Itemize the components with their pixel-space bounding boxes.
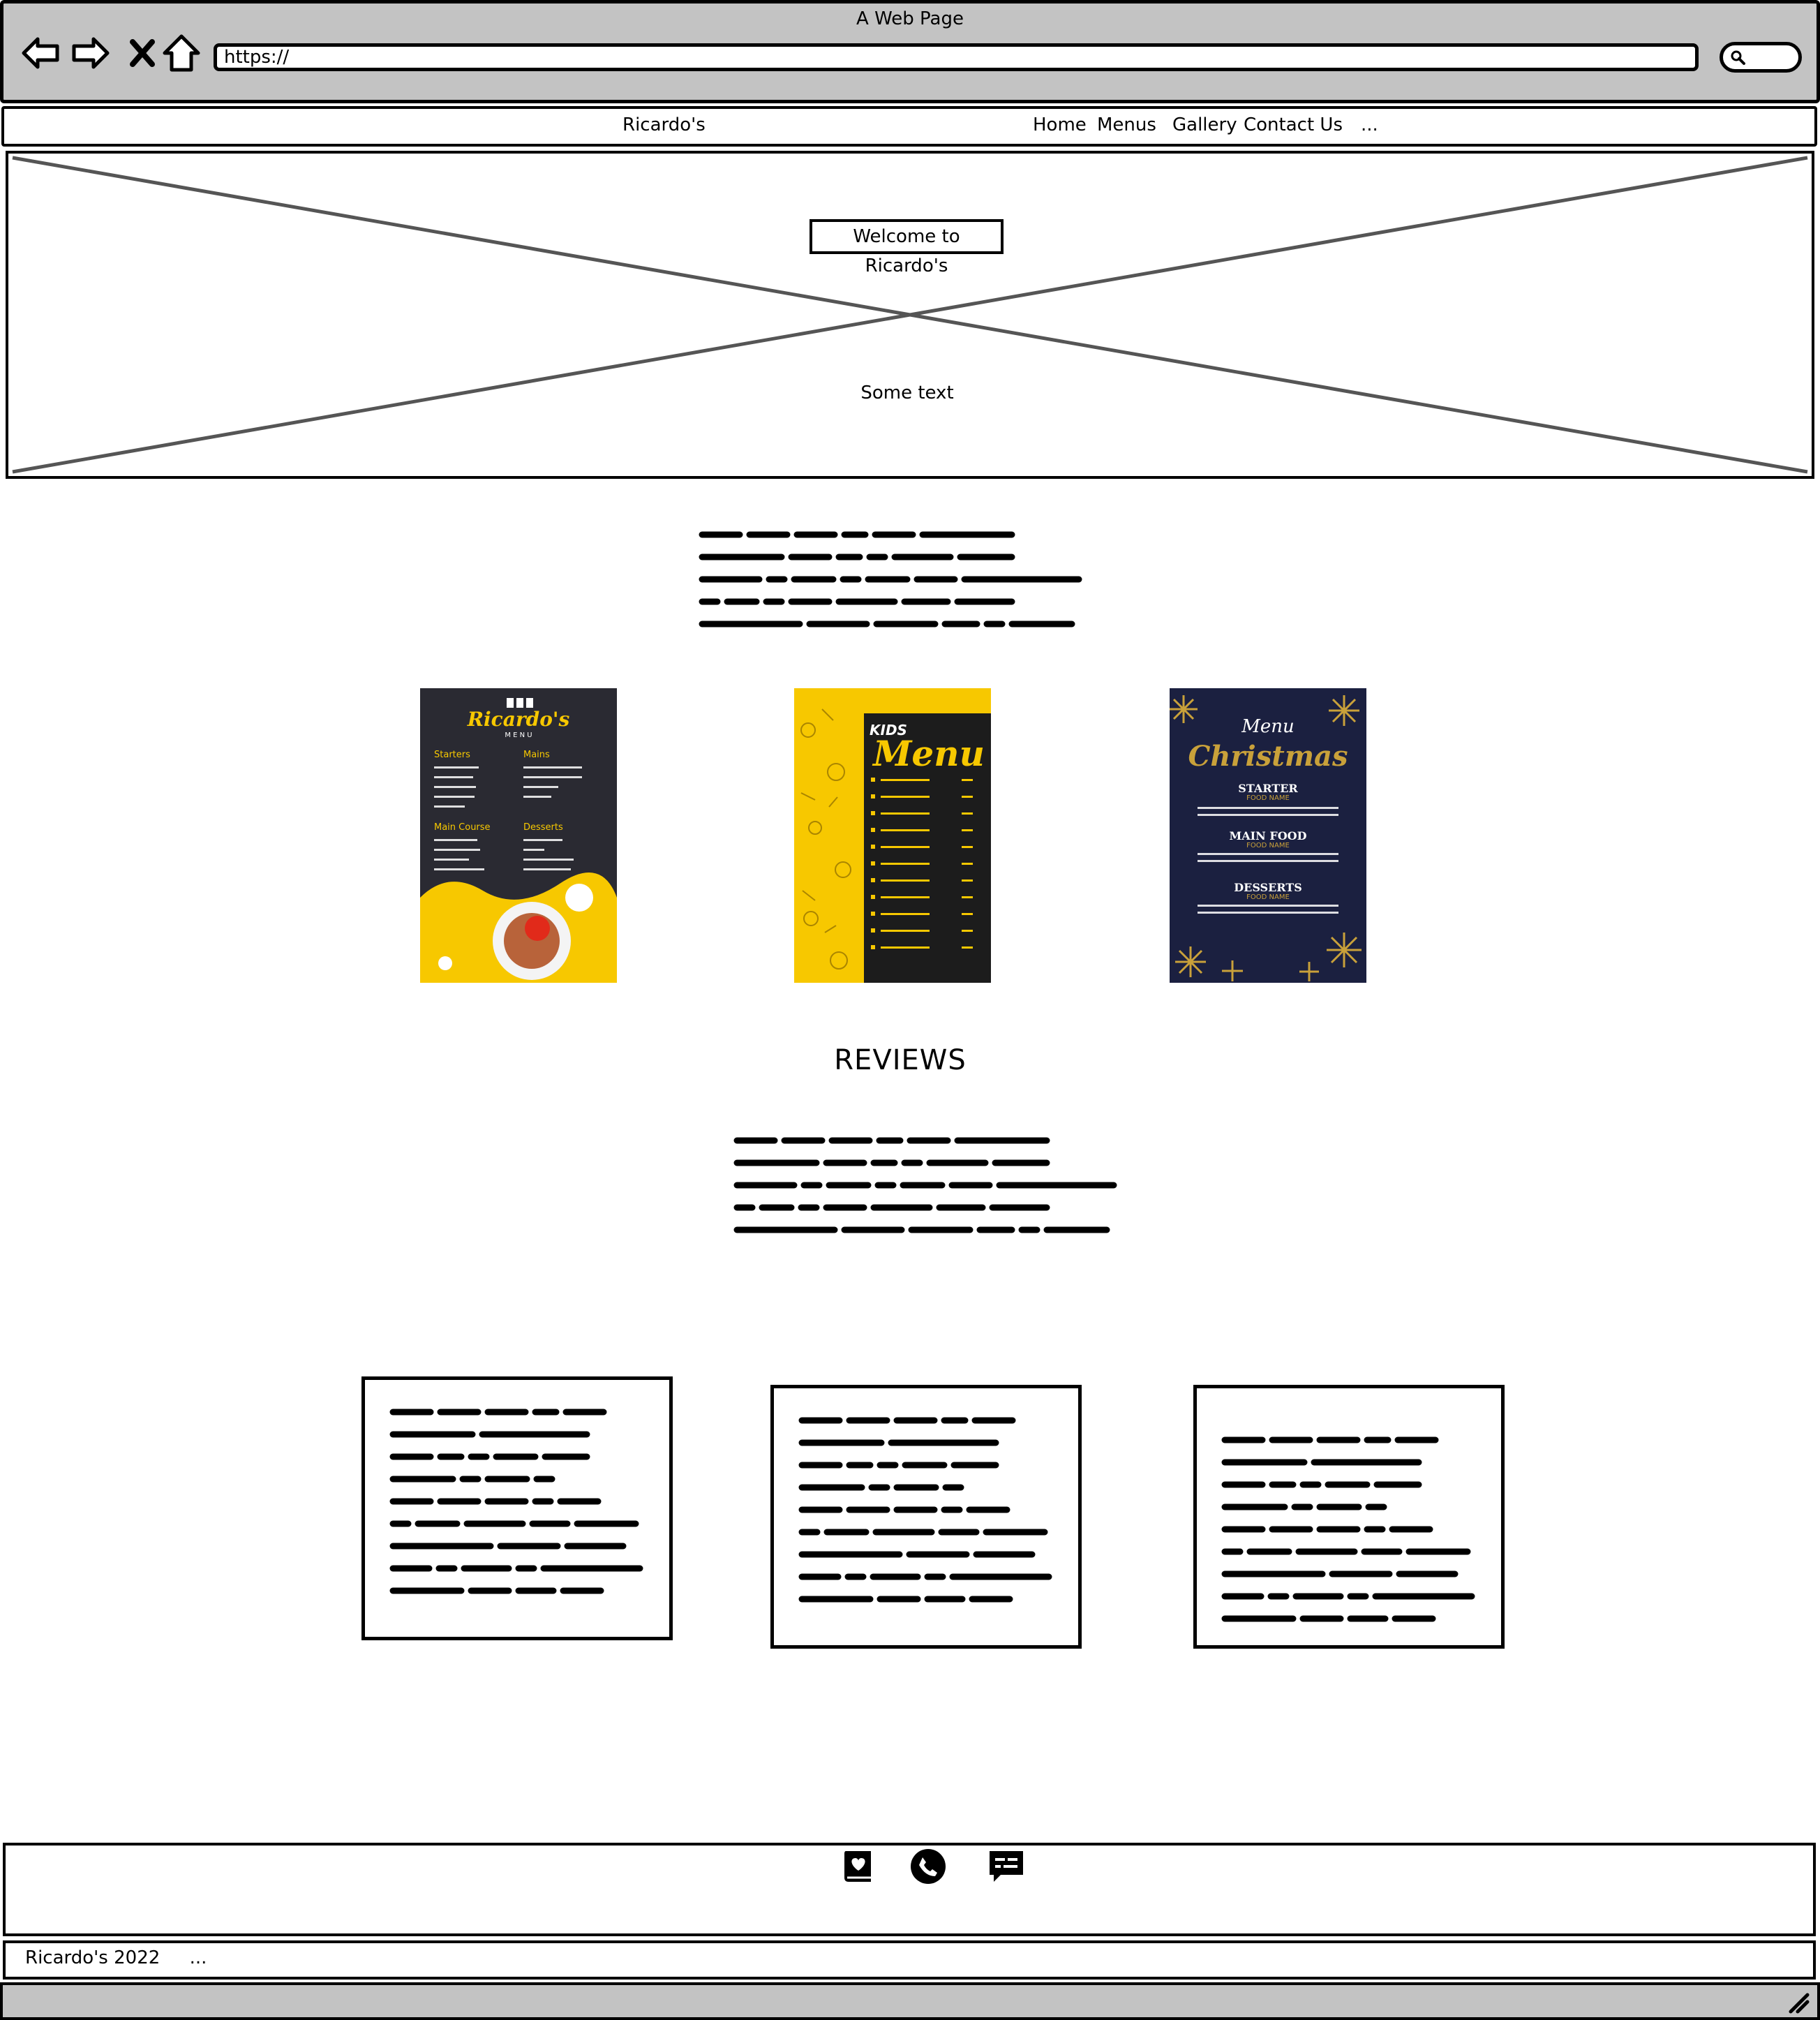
menu-section-main-course: Main Course <box>434 822 491 833</box>
intro-text-placeholder <box>699 531 1082 627</box>
christmas-section-desserts: DESSERTS <box>1234 881 1302 894</box>
christmas-section-starter: STARTER <box>1238 782 1298 795</box>
copyright-text: Ricardo's 2022 ... <box>25 1947 207 1968</box>
copyright-bar <box>3 1940 1816 1980</box>
chat-icon[interactable] <box>987 1847 1026 1886</box>
home-icon[interactable] <box>159 31 204 75</box>
book-heart-icon[interactable] <box>839 1847 878 1886</box>
review-card-3 <box>1193 1385 1505 1649</box>
christmas-menu-title: Christmas <box>1188 740 1348 773</box>
address-bar[interactable]: https:// <box>214 43 1699 71</box>
menu-card-ricardos[interactable]: Ricardo's M E N U Starters Mains Main Co… <box>420 688 617 983</box>
browser-search-field[interactable] <box>1720 42 1802 73</box>
ricardos-menu-subtitle: M E N U <box>505 731 532 739</box>
menu-section-mains: Mains <box>523 750 550 760</box>
nav-link-menus[interactable]: Menus <box>1097 114 1156 135</box>
forward-arrow-icon[interactable] <box>68 31 113 75</box>
ricardos-menu-title: Ricardo's <box>467 708 570 731</box>
search-icon <box>1731 50 1745 65</box>
site-navbar <box>1 106 1817 147</box>
site-brand[interactable]: Ricardo's <box>622 114 706 135</box>
menu-section-starters: Starters <box>434 750 470 760</box>
review-card-2 <box>770 1385 1082 1649</box>
reviews-heading: REVIEWS <box>834 1044 967 1076</box>
close-icon[interactable] <box>120 31 165 75</box>
christmas-menu-title-top: Menu <box>1241 716 1295 737</box>
christmas-section-main: MAIN FOOD <box>1229 829 1307 842</box>
christmas-section-starter-sub: FOOD NAME <box>1246 794 1290 802</box>
phone-icon[interactable] <box>909 1847 948 1886</box>
copyright-more: ... <box>189 1947 207 1968</box>
image-placeholder-cross <box>12 156 1808 474</box>
copyright-label: Ricardo's 2022 <box>25 1947 161 1968</box>
resize-grip-icon[interactable] <box>1787 1991 1810 2014</box>
review-text-placeholder <box>1221 1436 1475 1622</box>
window-title: A Web Page <box>856 8 964 29</box>
review-text-placeholder <box>389 1409 643 1594</box>
christmas-section-desserts-sub: FOOD NAME <box>1246 893 1290 901</box>
review-text-placeholder <box>798 1417 1052 1603</box>
back-arrow-icon[interactable] <box>18 31 63 75</box>
hero-subtext: Some text <box>860 383 954 403</box>
christmas-section-main-sub: FOOD NAME <box>1246 842 1290 849</box>
hero-heading: Welcome to Ricardo's <box>810 219 1004 276</box>
kids-menu-title: Menu <box>873 733 985 774</box>
menu-card-kids[interactable]: KIDS Menu <box>794 688 991 983</box>
reviews-intro-placeholder <box>733 1137 1117 1233</box>
review-card-1 <box>361 1376 673 1640</box>
menu-section-desserts: Desserts <box>523 822 563 833</box>
nav-link-home[interactable]: Home <box>1033 114 1087 135</box>
menu-card-christmas[interactable]: Menu Christmas STARTER FOOD NAME MAIN FO… <box>1170 688 1366 983</box>
browser-status-bar <box>0 1982 1820 2020</box>
nav-link-contact[interactable]: Contact Us <box>1244 114 1343 135</box>
nav-more[interactable]: ... <box>1361 114 1378 135</box>
hero-image-placeholder <box>6 151 1814 479</box>
nav-link-gallery[interactable]: Gallery <box>1172 114 1237 135</box>
